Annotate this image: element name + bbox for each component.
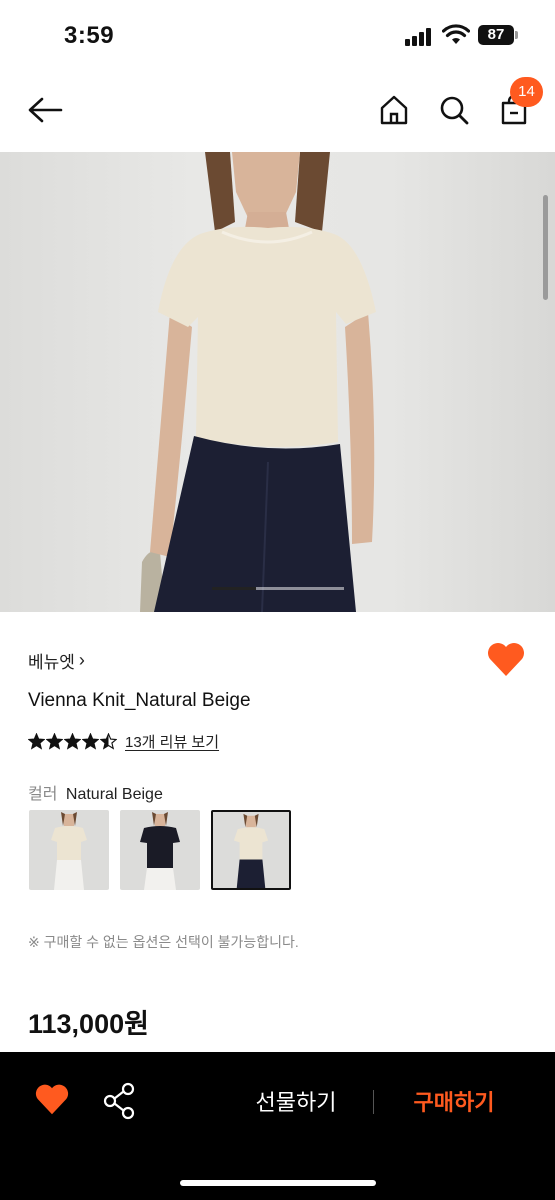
search-button[interactable] [432,88,476,132]
swatch-thumbnail [29,810,109,890]
share-icon [103,1082,135,1120]
arrow-left-icon [28,97,63,123]
home-indicator [180,1180,376,1186]
home-button[interactable] [372,88,416,132]
brand-link[interactable]: 베뉴엣 › [28,648,85,673]
color-key: 컬러 [28,786,58,803]
share-button[interactable] [102,1082,138,1120]
color-swatch-beige-navy[interactable] [211,810,291,890]
chevron-right-icon: › [78,650,85,670]
heart-icon [35,1084,69,1115]
product-name: Vienna Knit_Natural Beige [28,690,251,711]
heart-icon [488,643,524,676]
star-icon [100,732,117,750]
wishlist-button[interactable] [486,640,528,680]
battery-tip [515,31,518,39]
brand-name: 베뉴엣 [28,653,75,672]
buy-button[interactable]: 구매하기 [394,1086,514,1120]
carousel-progress-active [212,587,256,590]
star-icon [46,732,63,750]
search-icon [440,96,469,125]
option-notice: ※ 구매할 수 없는 옵션은 선택이 불가능합니다. [28,934,299,950]
app-header [0,70,555,152]
battery-indicator: 87 [478,25,514,45]
home-icon [380,95,408,125]
cellular-signal-icon [405,28,435,46]
color-swatch-black-white[interactable] [120,810,200,890]
status-time: 3:59 [64,22,115,49]
bottom-action-bar [0,1052,555,1200]
bottom-divider [373,1090,374,1114]
color-option-label: 컬러 Natural Beige [28,780,163,804]
swatch-thumbnail [213,812,289,888]
product-image-carousel[interactable] [0,152,555,612]
color-value: Natural Beige [65,786,163,803]
gift-button[interactable]: 선물하기 [236,1086,356,1120]
back-button[interactable] [22,90,68,130]
color-swatch-beige-white[interactable] [29,810,109,890]
wifi-icon [442,24,470,44]
rating-row: 13개 리뷰 보기 [28,730,219,752]
star-icon [82,732,99,750]
swatch-thumbnail [120,810,200,890]
review-link[interactable]: 13개 리뷰 보기 [125,731,219,752]
cart-count-badge: 14 [510,77,543,107]
status-bar: 3:59 87 [0,0,555,70]
star-icon [64,732,81,750]
image-scrollbar[interactable] [543,195,548,300]
product-price: 113,000원 [28,1009,149,1039]
product-photo [140,152,376,612]
star-icon [28,732,45,750]
star-rating [28,732,117,750]
bottom-wishlist-button[interactable] [34,1082,70,1118]
